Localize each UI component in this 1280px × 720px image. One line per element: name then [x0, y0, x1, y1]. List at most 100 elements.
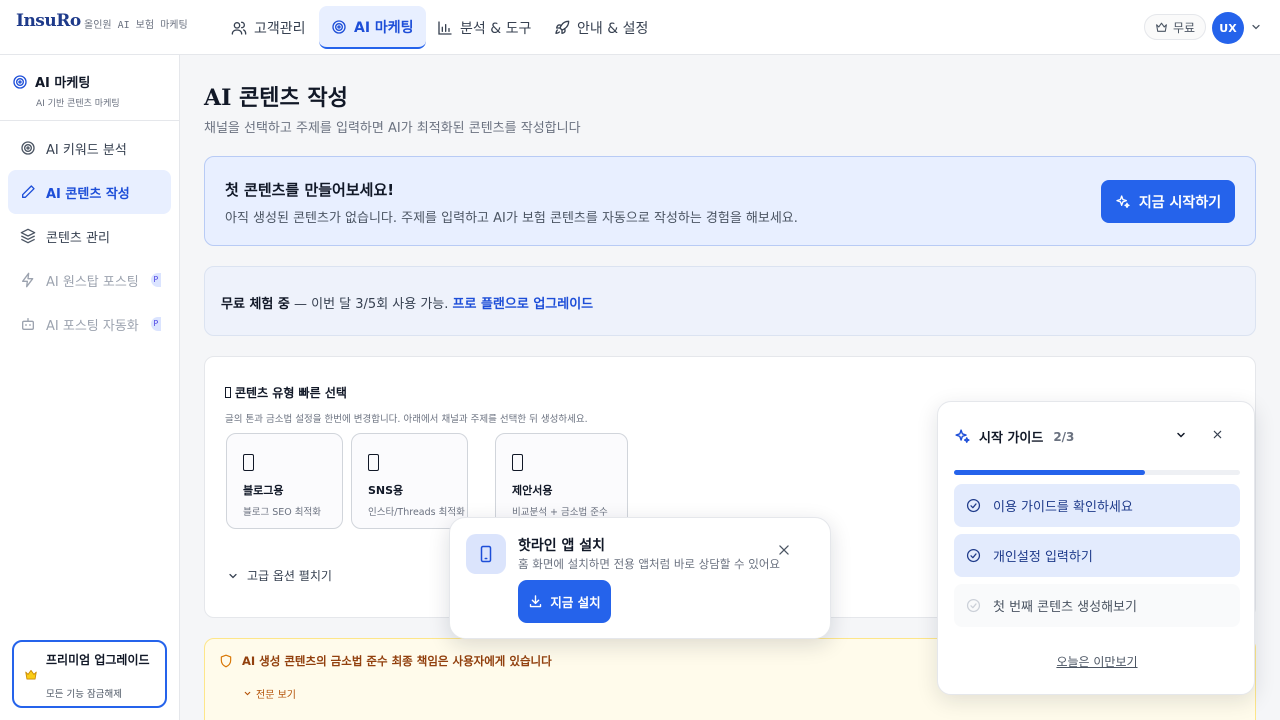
sidebar-divider [0, 120, 179, 121]
pro-badge: P [150, 317, 161, 331]
sidebar-item-posting-automation[interactable]: AI 포스팅 자동화 P [8, 302, 171, 346]
type-card-blog[interactable]: 블로그용 블로그 SEO 최적화 [226, 433, 343, 529]
brand-logo[interactable]: InsuRo [16, 11, 81, 31]
type-card-sns[interactable]: SNS용 인스타/Threads 최적화 [351, 433, 468, 529]
missing-glyph-icon [512, 454, 523, 471]
shield-icon [220, 654, 232, 668]
trial-status: 무료 체험 중 [221, 297, 290, 312]
advanced-options-label: 고급 옵션 펼치기 [247, 569, 332, 583]
content-type-title: 콘텐츠 유형 빠른 선택 [225, 384, 347, 401]
content-type-title-text: 콘텐츠 유형 빠른 선택 [235, 386, 347, 400]
upgrade-title: 프리미엄 업그레이드 [46, 653, 150, 667]
page-title-rest: 콘텐츠 작성 [231, 86, 348, 111]
nav-tab-label: AI 마케팅 [354, 19, 414, 36]
type-card-proposal[interactable]: 제안서용 비교분석 + 금소법 준수 [495, 433, 628, 529]
sidebar-header: AI 마케팅 [12, 72, 90, 91]
install-now-label: 지금 설치 [550, 595, 601, 610]
missing-glyph-icon [225, 387, 231, 398]
nav-tab-label: 고객관리 [254, 20, 306, 37]
view-full-text-label: 전문 보기 [256, 690, 296, 701]
user-avatar[interactable]: UX [1212, 12, 1244, 44]
sidebar-subtitle: AI 기반 콘텐츠 마케팅 [36, 99, 120, 109]
guide-title: 시작 가이드 [979, 431, 1044, 446]
nav-tab-customers[interactable]: 고객관리 [219, 6, 318, 49]
plan-badge[interactable]: 무료 [1144, 14, 1207, 40]
sidebar-item-label: AI 포스팅 자동화 [46, 318, 139, 334]
trial-text: 무료 체험 중 — 이번 달 3/5회 사용 가능. 프로 플랜으로 업그레이드 [221, 293, 593, 312]
upgrade-pro-link[interactable]: 프로 플랜으로 업그레이드 [453, 297, 594, 312]
view-full-text-link[interactable]: 전문 보기 [243, 686, 296, 701]
pro-badge: P [150, 273, 161, 287]
smartphone-icon [480, 545, 492, 563]
type-card-desc: 비교분석 + 금소법 준수 [512, 507, 608, 518]
content-type-description: 글의 톤과 금소법 설정을 한번에 변경합니다. 아래에서 채널과 주제를 선택… [225, 414, 588, 425]
guide-step-counter: 2/3 [1053, 429, 1075, 444]
advanced-options-toggle[interactable]: 고급 옵션 펼치기 [227, 567, 332, 584]
close-icon[interactable] [777, 543, 791, 557]
install-description: 홈 화면에 설치하면 전용 앱처럼 바로 상담할 수 있어요 [518, 557, 781, 571]
crown-icon [1156, 22, 1167, 32]
chevron-down-icon[interactable] [1250, 21, 1262, 33]
banner-description: 아직 생성된 콘텐츠가 없습니다. 주제를 입력하고 AI가 보험 콘텐츠를 자… [225, 211, 798, 226]
nav-tab-label: 분석 & 도구 [460, 20, 532, 37]
crown-icon [25, 669, 37, 680]
nav-tab-analytics[interactable]: 분석 & 도구 [425, 6, 543, 49]
guide-item-check-guide[interactable]: 이용 가이드를 확인하세요 [954, 484, 1240, 527]
dismiss-today-link[interactable]: 오늘은 이만보기 [938, 653, 1256, 670]
sidebar-item-content-writing[interactable]: AI 콘텐츠 작성 [8, 170, 171, 214]
guide-item-first-content[interactable]: 첫 번째 콘텐츠 생성해보기 [954, 584, 1240, 627]
type-card-desc: 인스타/Threads 최적화 [368, 507, 465, 518]
sidebar-title: AI 마케팅 [35, 76, 91, 91]
missing-glyph-icon [243, 454, 254, 471]
chevron-down-icon [244, 691, 251, 696]
type-card-name: SNS용 [368, 484, 404, 497]
type-card-name: 제안서용 [512, 484, 553, 497]
guide-item-personal-settings[interactable]: 개인설정 입력하기 [954, 534, 1240, 577]
banner-title: 첫 콘텐츠를 만들어보세요! [225, 181, 395, 199]
target-icon [21, 141, 35, 155]
sidebar: AI 마케팅 AI 기반 콘텐츠 마케팅 AI 키워드 분석 AI 콘텐츠 작성… [0, 55, 180, 720]
start-now-button[interactable]: 지금 시작하기 [1101, 180, 1235, 223]
zap-icon [22, 272, 34, 288]
app-icon-box [466, 534, 506, 574]
start-now-label: 지금 시작하기 [1138, 194, 1222, 211]
first-content-banner: 첫 콘텐츠를 만들어보세요! 아직 생성된 콘텐츠가 없습니다. 주제를 입력하… [204, 156, 1256, 246]
sidebar-item-onestop-posting[interactable]: AI 원스탑 포스팅 P [8, 258, 171, 302]
sidebar-item-label: AI 키워드 분석 [46, 142, 127, 158]
guide-item-label: 첫 번째 콘텐츠 생성해보기 [993, 600, 1137, 615]
pen-icon [22, 185, 35, 198]
layers-icon [20, 228, 36, 244]
install-now-button[interactable]: 지금 설치 [518, 580, 611, 623]
guide-progress-bar [954, 470, 1240, 475]
page-subtitle: 채널을 선택하고 주제를 입력하면 AI가 최적화된 콘텐츠를 작성합니다 [204, 121, 581, 136]
check-circle-icon [966, 548, 981, 563]
guide-item-label: 이용 가이드를 확인하세요 [993, 500, 1133, 515]
target-icon [13, 74, 27, 89]
bar-chart-icon [438, 20, 452, 35]
sparkles-icon [955, 429, 970, 443]
type-card-desc: 블로그 SEO 최적화 [243, 507, 321, 518]
sidebar-item-content-management[interactable]: 콘텐츠 관리 [8, 214, 171, 258]
brand-tagline: 올인원 AI 보험 마케팅 [84, 20, 188, 31]
app-install-popup: 핫라인 앱 설치 홈 화면에 설치하면 전용 앱처럼 바로 상담할 수 있어요 … [449, 517, 831, 639]
download-icon [530, 595, 542, 608]
guide-progress-fill [954, 470, 1145, 475]
close-icon[interactable] [1212, 429, 1223, 440]
install-title: 핫라인 앱 설치 [518, 538, 606, 554]
target-icon [332, 19, 346, 34]
nav-tab-guide-settings[interactable]: 안내 & 설정 [542, 6, 660, 49]
sidebar-item-label: 콘텐츠 관리 [46, 230, 110, 246]
check-circle-icon [966, 598, 981, 613]
check-circle-icon [966, 498, 981, 513]
nav-tab-label: 안내 & 설정 [577, 20, 649, 37]
sidebar-item-keyword-analysis[interactable]: AI 키워드 분석 [8, 126, 171, 170]
chevron-down-icon[interactable] [1175, 429, 1187, 441]
bot-icon [22, 318, 34, 330]
users-icon [231, 21, 247, 35]
nav-tab-ai-marketing[interactable]: AI 마케팅 [319, 6, 426, 49]
upgrade-subtitle: 모든 기능 잠금해제 [46, 689, 122, 700]
warning-text: AI 생성 콘텐츠의 금소법 준수 최종 책임은 사용자에게 있습니다 [242, 654, 552, 668]
premium-upgrade-card[interactable]: 프리미엄 업그레이드 모든 기능 잠금해제 [12, 640, 167, 708]
sidebar-item-label: AI 콘텐츠 작성 [46, 186, 130, 202]
rocket-icon [555, 20, 570, 34]
